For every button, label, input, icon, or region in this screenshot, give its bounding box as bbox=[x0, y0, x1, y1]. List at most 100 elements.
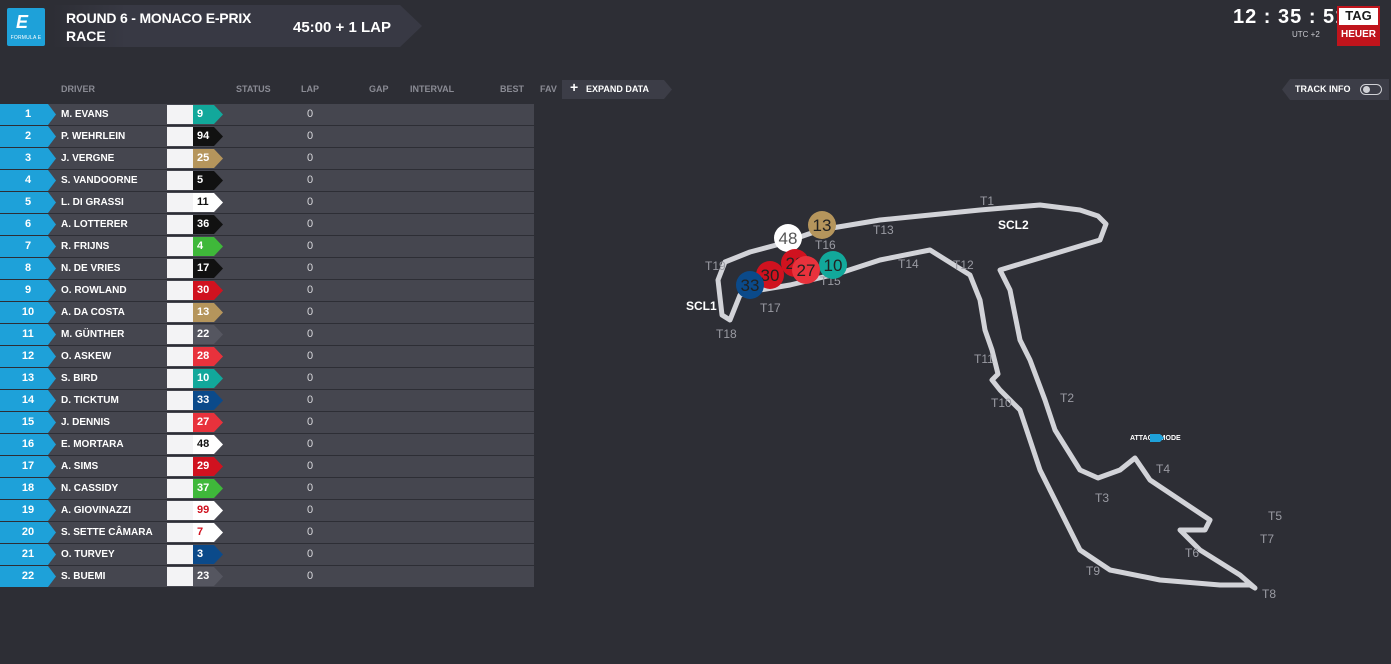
position-badge: 18 bbox=[0, 478, 56, 499]
table-row[interactable]: 7 R. FRIJNS 4 0 bbox=[0, 236, 534, 258]
table-row[interactable]: 12 O. ASKEW 28 0 bbox=[0, 346, 534, 368]
track-map: T1T2T3T4T5T6T7T8T9T10T11T12T13T14T15T16T… bbox=[686, 194, 1282, 601]
turn-label: T9 bbox=[1086, 564, 1100, 578]
driver-name: O. ROWLAND bbox=[61, 285, 127, 296]
envision-logo-icon bbox=[170, 484, 190, 492]
driver-name: E. MORTARA bbox=[61, 439, 124, 450]
lap-count: 0 bbox=[307, 416, 314, 428]
table-row[interactable]: 2 P. WEHRLEIN 94 0 bbox=[0, 126, 534, 148]
position-badge: 16 bbox=[0, 434, 56, 455]
team-logo-icon bbox=[167, 127, 193, 146]
position-badge: 5 bbox=[0, 192, 56, 213]
position-badge: 21 bbox=[0, 544, 56, 565]
driver-name: N. CASSIDY bbox=[61, 483, 119, 494]
table-row[interactable]: 6 A. LOTTERER 36 0 bbox=[0, 214, 534, 236]
team-logo-icon bbox=[167, 457, 193, 476]
dragon-logo-icon bbox=[170, 506, 190, 514]
car-marker-number: 13 bbox=[813, 216, 832, 235]
race-duration: 45:00 + 1 LAP bbox=[293, 19, 391, 36]
lap-count: 0 bbox=[307, 460, 314, 472]
turn-label: T16 bbox=[815, 238, 836, 252]
car-marker[interactable]: 13 bbox=[808, 211, 836, 239]
car-marker-number: 10 bbox=[824, 256, 843, 275]
nio-logo-icon bbox=[170, 396, 190, 404]
track-info-toggle[interactable]: TRACK INFO bbox=[1282, 79, 1389, 100]
turn-label: T13 bbox=[873, 223, 894, 237]
driver-name: S. BIRD bbox=[61, 373, 98, 384]
track-info-label: TRACK INFO bbox=[1295, 84, 1351, 94]
car-marker[interactable]: 10 bbox=[819, 251, 847, 279]
team-logo-icon bbox=[167, 501, 193, 520]
andretti-logo-icon bbox=[170, 352, 190, 360]
table-row[interactable]: 5 L. DI GRASSI 11 0 bbox=[0, 192, 534, 214]
lap-count: 0 bbox=[307, 526, 314, 538]
table-row[interactable]: 14 D. TICKTUM 33 0 bbox=[0, 390, 534, 412]
table-row[interactable]: 8 N. DE VRIES 17 0 bbox=[0, 258, 534, 280]
table-row[interactable]: 22 S. BUEMI 23 0 bbox=[0, 566, 534, 588]
table-row[interactable]: 10 A. DA COSTA 13 0 bbox=[0, 302, 534, 324]
table-row[interactable]: 1 M. EVANS 9 0 bbox=[0, 104, 534, 126]
driver-name: D. TICKTUM bbox=[61, 395, 119, 406]
ds-logo-icon bbox=[170, 154, 190, 162]
table-row[interactable]: 15 J. DENNIS 27 0 bbox=[0, 412, 534, 434]
turn-label: T11 bbox=[974, 352, 994, 366]
lap-count: 0 bbox=[307, 240, 314, 252]
position-badge: 8 bbox=[0, 258, 56, 279]
table-row[interactable]: 21 O. TURVEY 3 0 bbox=[0, 544, 534, 566]
driver-name: S. SETTE CÂMARA bbox=[61, 527, 153, 538]
table-row[interactable]: 11 M. GÜNTHER 22 0 bbox=[0, 324, 534, 346]
position-badge: 2 bbox=[0, 126, 56, 147]
car-marker[interactable]: 33 bbox=[736, 271, 764, 299]
team-logo-icon bbox=[167, 149, 193, 168]
col-fav: FAV bbox=[540, 84, 557, 94]
table-row[interactable]: 9 O. ROWLAND 30 0 bbox=[0, 280, 534, 302]
lap-count: 0 bbox=[307, 328, 314, 340]
standings-list: 1 M. EVANS 9 0 2 P. WEHRLEIN 94 0 3 J. VERGNE 25 0 4… bbox=[0, 104, 534, 588]
turn-label: T12 bbox=[953, 258, 974, 272]
lap-count: 0 bbox=[307, 438, 314, 450]
car-marker[interactable]: 27 bbox=[792, 256, 820, 284]
lap-count: 0 bbox=[307, 350, 314, 362]
timezone-label: UTC +2 bbox=[1292, 30, 1320, 39]
table-row[interactable]: 16 E. MORTARA 48 0 bbox=[0, 434, 534, 456]
position-badge: 11 bbox=[0, 324, 56, 345]
team-logo-icon bbox=[167, 567, 193, 586]
table-row[interactable]: 18 N. CASSIDY 37 0 bbox=[0, 478, 534, 500]
position-badge: 6 bbox=[0, 214, 56, 235]
andretti-logo-icon bbox=[170, 418, 190, 426]
turn-label: T6 bbox=[1185, 546, 1199, 560]
mahindra-logo-icon bbox=[170, 286, 190, 294]
expand-data-button[interactable]: + EXPAND DATA bbox=[562, 80, 672, 99]
table-row[interactable]: 4 S. VANDOORNE 5 0 bbox=[0, 170, 534, 192]
car-marker-number: 33 bbox=[741, 276, 760, 295]
turn-label: T7 bbox=[1260, 532, 1274, 546]
sponsor-bottom: HEUER bbox=[1339, 25, 1378, 44]
table-row[interactable]: 19 A. GIOVINAZZI 99 0 bbox=[0, 500, 534, 522]
driver-name: A. DA COSTA bbox=[61, 307, 125, 318]
turn-label: T1 bbox=[980, 194, 994, 208]
table-row[interactable]: 3 J. VERGNE 25 0 bbox=[0, 148, 534, 170]
position-badge: 19 bbox=[0, 500, 56, 521]
table-row[interactable]: 17 A. SIMS 29 0 bbox=[0, 456, 534, 478]
audi-logo-icon bbox=[170, 198, 190, 206]
team-logo-icon bbox=[167, 545, 193, 564]
mahindra-logo-icon bbox=[170, 462, 190, 470]
car-marker[interactable]: 48 bbox=[774, 224, 802, 252]
table-row[interactable]: 20 S. SETTE CÂMARA 7 0 bbox=[0, 522, 534, 544]
expand-data-label: EXPAND DATA bbox=[586, 84, 649, 94]
clock: 12 : 35 : 51 bbox=[1233, 6, 1348, 28]
lap-count: 0 bbox=[307, 372, 314, 384]
lap-count: 0 bbox=[307, 174, 314, 186]
driver-name: P. WEHRLEIN bbox=[61, 131, 126, 142]
sponsor-logo: TAG HEUER bbox=[1337, 6, 1380, 46]
table-row[interactable]: 13 S. BIRD 10 0 bbox=[0, 368, 534, 390]
team-logo-icon bbox=[167, 105, 193, 124]
dragon-logo-icon bbox=[170, 528, 190, 536]
driver-name: J. VERGNE bbox=[61, 153, 115, 164]
team-logo-icon bbox=[167, 523, 193, 542]
team-logo-icon bbox=[167, 215, 193, 234]
col-driver: DRIVER bbox=[61, 84, 96, 94]
team-logo-icon bbox=[167, 413, 193, 432]
toggle-switch[interactable] bbox=[1360, 84, 1382, 95]
lap-count: 0 bbox=[307, 218, 314, 230]
